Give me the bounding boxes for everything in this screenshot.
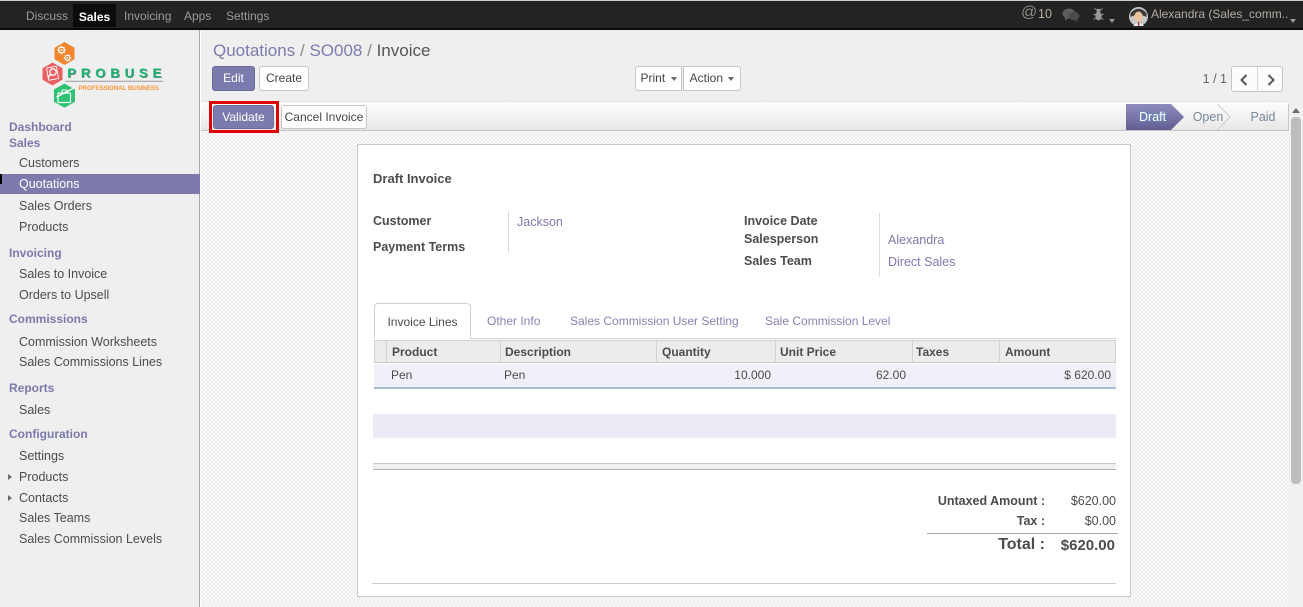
svg-text:PROFESSIONAL BUSINESS: PROFESSIONAL BUSINESS (79, 85, 159, 92)
svg-text:PROBUSE: PROBUSE (67, 65, 166, 80)
